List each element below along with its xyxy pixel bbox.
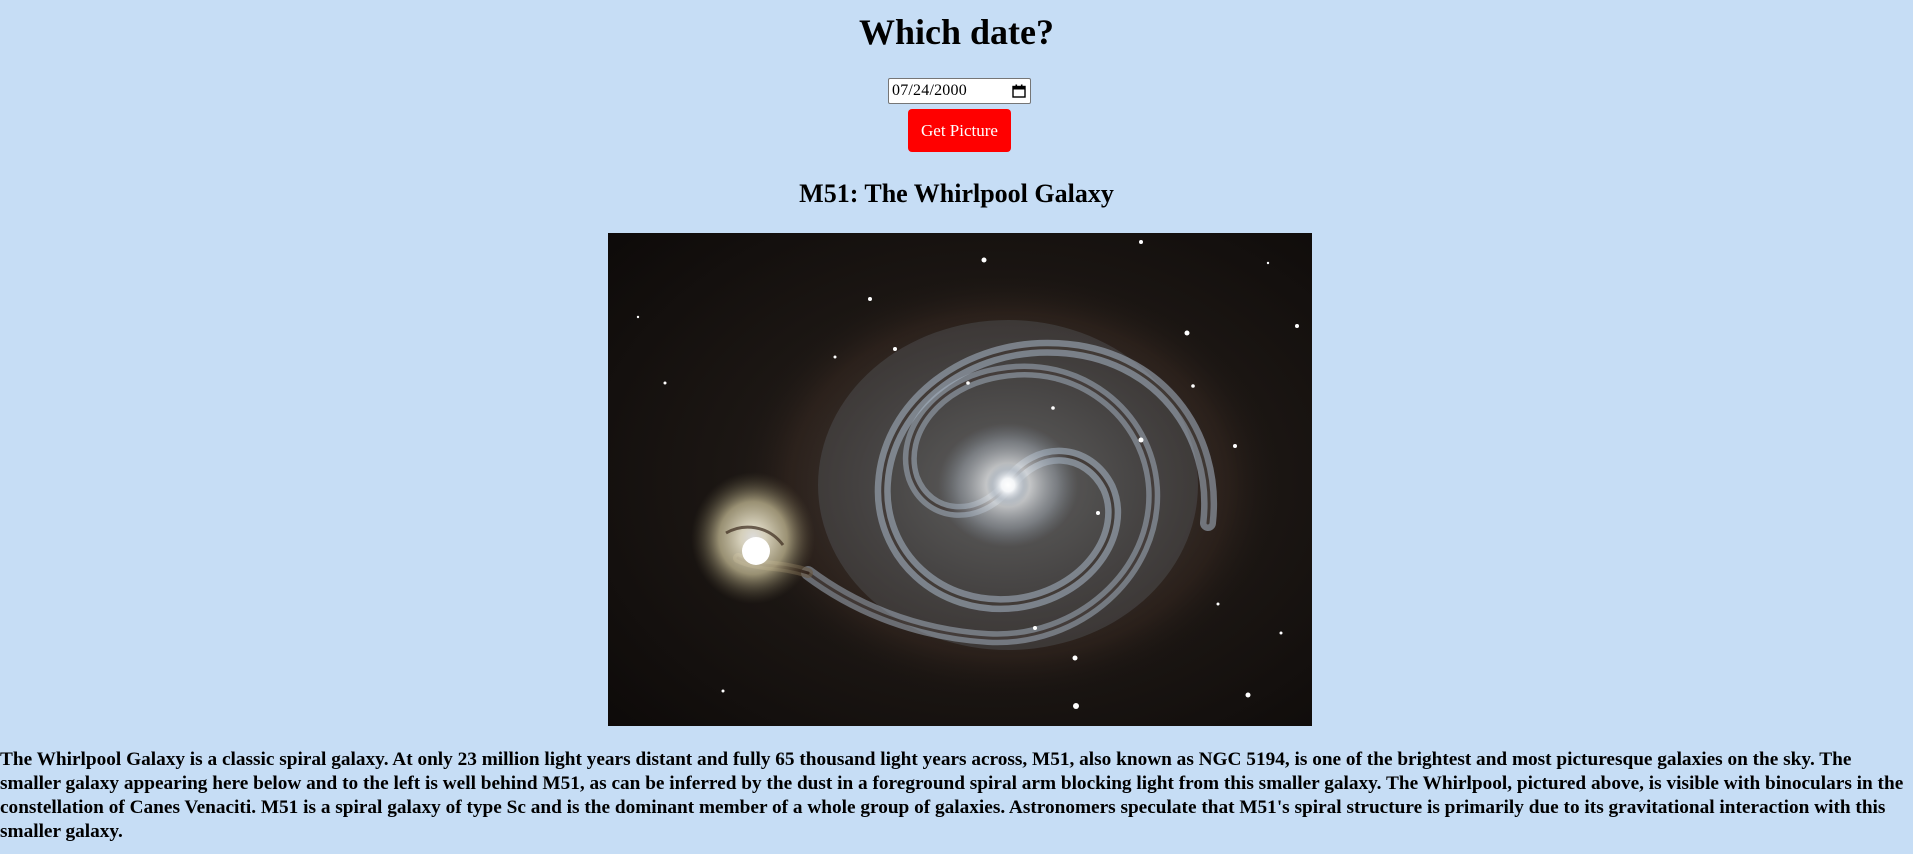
calendar-icon[interactable] — [1012, 84, 1026, 98]
picture-explanation: The Whirlpool Galaxy is a classic spiral… — [0, 749, 1904, 842]
date-value[interactable]: 07/24/2000 — [892, 82, 967, 100]
galaxy-image — [608, 233, 1312, 726]
apod-page: Which date? 07/24/2000 Get Picture M51: … — [0, 0, 1913, 854]
picture-title: M51: The Whirlpool Galaxy — [799, 179, 1114, 208]
get-picture-button[interactable]: Get Picture — [908, 109, 1011, 152]
page-title: Which date? — [858, 12, 1054, 52]
date-input[interactable]: 07/24/2000 — [888, 78, 1031, 104]
